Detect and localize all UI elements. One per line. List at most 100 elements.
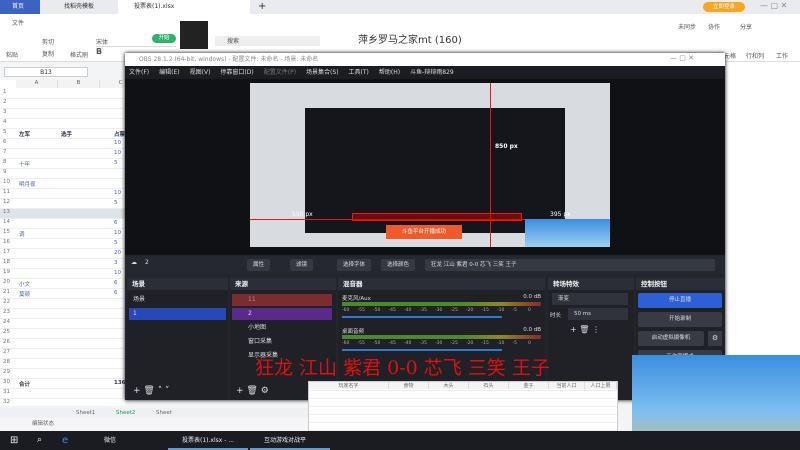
row-header[interactable]: 3	[0, 109, 125, 119]
cell[interactable]: 6	[114, 290, 118, 296]
cell[interactable]: 5	[114, 200, 118, 206]
collab-button[interactable]: 协作	[708, 22, 720, 31]
properties-button[interactable]: 属性	[247, 259, 271, 271]
gear-icon[interactable]: ⚙	[708, 331, 722, 346]
ie-icon[interactable]: e	[62, 431, 68, 450]
row-header[interactable]: 19	[0, 269, 125, 279]
selected-text-source[interactable]	[352, 213, 522, 221]
obs-menu-item[interactable]: 斗鱼-辩辩雨829	[410, 69, 454, 76]
rowcol-button[interactable]: 行和列	[746, 51, 764, 60]
cell[interactable]: 136	[114, 380, 125, 386]
taskbar-wps[interactable]: 投票表(1).xlsx - ...	[168, 431, 248, 450]
obs-window-controls[interactable]: — ▢ ✕	[670, 54, 694, 62]
obs-menu-item[interactable]: 编辑(E)	[159, 69, 179, 76]
cell[interactable]: 选手	[61, 130, 72, 138]
cell[interactable]: 10	[114, 190, 121, 196]
select-font-button[interactable]: 选择字体	[337, 259, 372, 271]
row-header[interactable]: 24	[0, 319, 125, 329]
row-header[interactable]: 22	[0, 299, 125, 309]
cell[interactable]: 10	[114, 270, 121, 276]
cell[interactable]: 莫顿	[19, 290, 30, 298]
file-menu[interactable]: 文件	[12, 18, 24, 27]
sheet-tab-3[interactable]: Sheet	[156, 408, 172, 418]
row-header[interactable]: 16	[0, 239, 125, 249]
tab-xlsx[interactable]: 投票表(1).xlsx	[118, 0, 250, 14]
name-box[interactable]: B13	[4, 67, 88, 77]
obs-menu-item[interactable]: 场景集合(S)	[306, 69, 339, 76]
search-input[interactable]: 搜索	[215, 36, 320, 46]
row-header[interactable]: 17	[0, 249, 125, 259]
paste-button[interactable]: 粘贴	[6, 50, 18, 59]
cut-button[interactable]: 剪切	[42, 37, 54, 46]
cell[interactable]: 明月夜	[19, 180, 36, 188]
row-header[interactable]: 29	[0, 369, 125, 379]
obs-menu-item[interactable]: 工具(T)	[349, 69, 369, 76]
sheet-tab-2[interactable]: Sheet2	[116, 408, 135, 418]
row-header[interactable]: 1	[0, 89, 125, 99]
preview-canvas[interactable]: 850 px 550 px 395 px 斗鱼平台开播成功	[125, 79, 725, 255]
login-button[interactable]: 立即登录	[703, 2, 745, 12]
obs-menu-item[interactable]: 配置文件(P)	[264, 69, 296, 76]
source-item[interactable]: 小地图	[232, 322, 332, 334]
desktop-volume-slider[interactable]	[342, 349, 502, 351]
source-item[interactable]: 2	[232, 308, 332, 320]
row-header[interactable]: 12	[0, 199, 125, 209]
cell[interactable]: 6	[114, 220, 118, 226]
obs-menu-item[interactable]: 文件(F)	[129, 69, 149, 76]
row-header[interactable]: 7	[0, 149, 125, 159]
mic-volume-slider[interactable]	[342, 316, 502, 318]
row-header[interactable]: 18	[0, 259, 125, 269]
taskbar-game[interactable]: 互动游戏对战平	[250, 431, 330, 450]
cell[interactable]: 小文	[19, 280, 30, 288]
row-header[interactable]: 28	[0, 359, 125, 369]
scene-add-icon[interactable]: + 🗑 ˄ ˅	[133, 386, 170, 396]
format-painter[interactable]: 格式刷	[70, 50, 88, 59]
search-icon[interactable]: ⌕	[37, 431, 42, 450]
row-header[interactable]: 4	[0, 119, 125, 129]
row-header[interactable]: 25	[0, 329, 125, 339]
window-controls[interactable]: — ▢ ✕	[760, 1, 787, 10]
column-header[interactable]: A	[16, 80, 58, 88]
cell[interactable]: 左军	[19, 130, 30, 138]
select-color-button[interactable]: 选择颜色	[381, 259, 416, 271]
obs-menu-item[interactable]: 帮助(H)	[379, 69, 400, 76]
share-button[interactable]: 分享	[740, 22, 752, 31]
sheet-tab-1[interactable]: Sheet1	[76, 408, 95, 418]
taskbar-wechat[interactable]: 微信	[90, 431, 160, 450]
row-header[interactable]: 31	[0, 389, 125, 399]
transition-add-icon[interactable]: + 🗑 ⋮	[570, 325, 600, 334]
duration-input[interactable]: 50 ms	[568, 308, 628, 320]
obs-menu-item[interactable]: 停靠窗口(D)	[220, 69, 253, 76]
bold-button[interactable]: B	[96, 47, 102, 56]
source-item[interactable]: 窗口采集	[232, 336, 332, 348]
cell[interactable]: 10	[114, 140, 121, 146]
cell[interactable]: 3	[114, 260, 118, 266]
tab-templates[interactable]: 找稻壳模板	[48, 0, 118, 14]
row-header[interactable]: 14	[0, 219, 125, 229]
copy-button[interactable]: 复制	[42, 49, 54, 58]
cell[interactable]: 10	[114, 230, 121, 236]
new-tab-icon[interactable]: +	[258, 0, 266, 14]
virtual-camera-button[interactable]: 启动虚拟摄像机	[638, 331, 704, 346]
row-header[interactable]: 9	[0, 169, 125, 179]
cell[interactable]: 5	[114, 160, 118, 166]
source-add-icon[interactable]: + 🗑 ⚙	[236, 386, 269, 396]
cell[interactable]: 调	[19, 230, 25, 238]
text-input[interactable]: 狂龙 江山 紫君 0-0 芯飞 三笑 王子	[425, 259, 715, 271]
row-header[interactable]: 11	[0, 189, 125, 199]
row-header[interactable]: 23	[0, 309, 125, 319]
row-header[interactable]: 26	[0, 339, 125, 349]
stop-streaming-button[interactable]: 停止直播	[638, 293, 722, 308]
sync-status[interactable]: 未同步	[678, 22, 696, 31]
cell[interactable]: 20	[114, 250, 121, 256]
transition-select[interactable]: 渐变	[552, 293, 628, 305]
start-recording-button[interactable]: 开始录制	[638, 312, 722, 327]
cell[interactable]: 5	[114, 240, 118, 246]
source-item[interactable]: 11	[232, 294, 332, 306]
cell[interactable]: 10	[114, 150, 121, 156]
tab-home[interactable]: 首页	[0, 0, 40, 14]
row-header[interactable]: 27	[0, 349, 125, 359]
row-header[interactable]: 6	[0, 139, 125, 149]
row-header[interactable]: 13	[0, 209, 125, 219]
filters-button[interactable]: 滤镜	[290, 259, 314, 271]
